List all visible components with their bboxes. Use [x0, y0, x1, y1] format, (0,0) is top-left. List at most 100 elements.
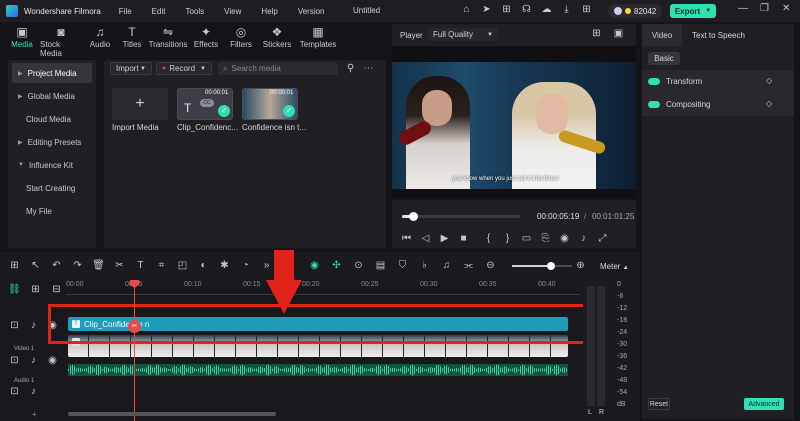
mark-out-icon[interactable]: } — [501, 233, 514, 245]
sidebar-item-cloud-media[interactable]: Cloud Media — [12, 109, 92, 129]
split-icon[interactable]: ⫘ — [462, 260, 475, 272]
tab-audio[interactable]: ♫ Audio — [86, 24, 114, 56]
tab-transitions[interactable]: ⇋ Transitions — [149, 24, 188, 56]
toggle-compositing[interactable] — [648, 101, 660, 108]
menu-help[interactable]: Help — [261, 7, 277, 16]
media-clip-1[interactable]: T CC 00:00:01 ✓ — [177, 88, 233, 120]
advanced-button[interactable]: Advanced — [744, 398, 784, 410]
ai-tool-icon[interactable]: ◉ — [308, 260, 321, 272]
motion-track-icon[interactable]: ⊙ — [352, 260, 365, 272]
tab-titles[interactable]: T Titles — [118, 24, 146, 56]
track-visible-icon[interactable]: ◉ — [46, 355, 59, 367]
crop-icon[interactable]: ⌗ — [155, 260, 168, 272]
previous-frame-icon[interactable]: ⏮ — [400, 233, 413, 245]
export-button[interactable]: Export ▼ — [670, 4, 716, 18]
reset-button[interactable]: Reset — [648, 398, 670, 410]
effects-tool-icon[interactable]: ✱ — [218, 260, 231, 272]
tab-text-to-speech[interactable]: Text to Speech — [692, 31, 745, 40]
undo-icon[interactable]: ↶ — [50, 260, 63, 272]
basic-tab[interactable]: Basic — [648, 52, 680, 65]
headset-icon[interactable]: ☊ — [520, 4, 533, 16]
sidebar-item-editing-presets[interactable]: ▶ Editing Presets — [12, 132, 92, 152]
progress-track[interactable] — [402, 215, 520, 218]
progress-handle[interactable] — [408, 212, 418, 221]
sidebar-item-influence-kit[interactable]: ▼ Influence Kit — [12, 155, 92, 175]
gift-icon[interactable]: ⌂ — [460, 4, 473, 16]
camera-icon[interactable]: ◉ — [558, 233, 571, 245]
text-tool-icon[interactable]: T — [134, 260, 147, 272]
menu-edit[interactable]: Edit — [152, 7, 166, 16]
import-dropdown[interactable]: Import ▼ — [110, 62, 152, 75]
send-icon[interactable]: ➤ — [480, 4, 493, 16]
ai-snap-icon[interactable]: ✣ — [330, 260, 343, 272]
compositing-row[interactable]: Compositing — [648, 100, 710, 109]
redo-icon[interactable]: ↷ — [71, 260, 84, 272]
delete-icon[interactable]: 🗑 — [92, 260, 105, 272]
add-track-plus-icon[interactable]: + — [32, 410, 37, 419]
mask-icon[interactable]: ◰ — [176, 260, 189, 272]
tab-stickers[interactable]: ❖ Stickers — [260, 24, 294, 56]
menu-view[interactable]: View — [224, 7, 241, 16]
track-lock-icon[interactable]: ⊡ — [8, 320, 21, 332]
toggle-transform[interactable] — [648, 78, 660, 85]
add-track-icon[interactable]: ⊞ — [29, 284, 42, 296]
restore-icon[interactable]: ❐ — [760, 3, 769, 14]
track-manager-icon[interactable]: ⊟ — [50, 284, 63, 296]
render-icon[interactable]: ⎘ — [539, 233, 552, 245]
split-marker-icon[interactable]: ✂ — [128, 320, 141, 333]
stop-icon[interactable]: ■ — [457, 233, 470, 245]
sidebar-item-project-media[interactable]: ▶ Project Media — [12, 63, 92, 83]
scissors-icon[interactable]: ✂ — [113, 260, 126, 272]
keyframe-diamond-icon[interactable]: ◇ — [766, 76, 772, 85]
shield-icon[interactable]: ⛉ — [396, 260, 409, 272]
track-audio-icon[interactable]: ♪ — [27, 355, 40, 367]
track-lock-icon[interactable]: ⊡ — [8, 355, 21, 367]
tab-filters[interactable]: ◎ Filters — [226, 24, 256, 56]
caption-tool-icon[interactable]: ▤ — [374, 260, 387, 272]
record-dropdown[interactable]: ● Record ▼ — [156, 62, 212, 75]
playhead[interactable] — [134, 280, 135, 421]
sidebar-item-my-file[interactable]: My File — [12, 201, 92, 221]
mark-in-icon[interactable]: { — [482, 233, 495, 245]
tab-video[interactable]: Video — [642, 24, 682, 46]
link-icon[interactable]: ⛓ — [8, 284, 21, 296]
menu-version[interactable]: Version — [298, 7, 325, 16]
zoom-in-icon[interactable]: ⊕ — [574, 260, 587, 272]
meter-dropdown[interactable]: Meter ▲ — [600, 262, 629, 271]
close-icon[interactable]: ✕ — [782, 3, 790, 14]
zoom-out-icon[interactable]: ⊖ — [484, 260, 497, 272]
tab-stock-media[interactable]: ◙ Stock Media — [40, 24, 82, 58]
credits-badge[interactable]: 82042 — [608, 4, 663, 18]
cart-icon[interactable]: ⊞ — [500, 4, 513, 16]
select-tool-icon[interactable]: ↖ — [29, 260, 42, 272]
search-input[interactable]: ⌕ Search media — [218, 62, 338, 75]
timeline-ruler[interactable]: 00:0000:0500:1000:1500:2000:2500:3000:35… — [66, 281, 580, 295]
mic-icon[interactable]: ♭ — [418, 260, 431, 272]
menu-tools[interactable]: Tools — [185, 7, 204, 16]
fullscreen-icon[interactable]: ⤢ — [596, 233, 609, 245]
more-tools-icon[interactable]: » — [260, 260, 273, 272]
grid-view-icon[interactable]: ⊞ — [590, 28, 603, 40]
transform-row[interactable]: Transform — [648, 77, 702, 86]
cloud-icon[interactable]: ☁ — [540, 4, 553, 16]
track-lock-icon[interactable]: ⊡ — [8, 386, 21, 398]
display-icon[interactable]: ▭ — [520, 233, 533, 245]
tab-templates[interactable]: ▦ Templates — [298, 24, 338, 56]
zoom-slider-handle[interactable] — [547, 262, 555, 270]
track-audio-icon[interactable]: ♪ — [27, 386, 40, 398]
sidebar-item-global-media[interactable]: ▶ Global Media — [12, 86, 92, 106]
minimize-icon[interactable]: — — [738, 3, 748, 14]
video-preview[interactable]: you know when you just call it into thos… — [392, 62, 636, 189]
filter-icon[interactable]: ⚲ — [344, 63, 357, 75]
play-icon[interactable]: ▶ — [438, 233, 451, 245]
audio-waveform[interactable] — [68, 364, 568, 376]
timer-icon[interactable]: ◔ — [239, 260, 252, 272]
color-icon[interactable]: ◐ — [197, 260, 210, 272]
download-icon[interactable]: ⤓ — [560, 4, 573, 16]
more-icon[interactable]: ⋯ — [362, 63, 375, 75]
grid-icon[interactable]: ⊞ — [580, 4, 593, 16]
step-back-icon[interactable]: ◁ — [419, 233, 432, 245]
track-audio-icon[interactable]: ♪ — [27, 320, 40, 332]
snapshot-view-icon[interactable]: ▣ — [612, 28, 625, 40]
tab-media[interactable]: ▣ Media — [8, 24, 36, 56]
